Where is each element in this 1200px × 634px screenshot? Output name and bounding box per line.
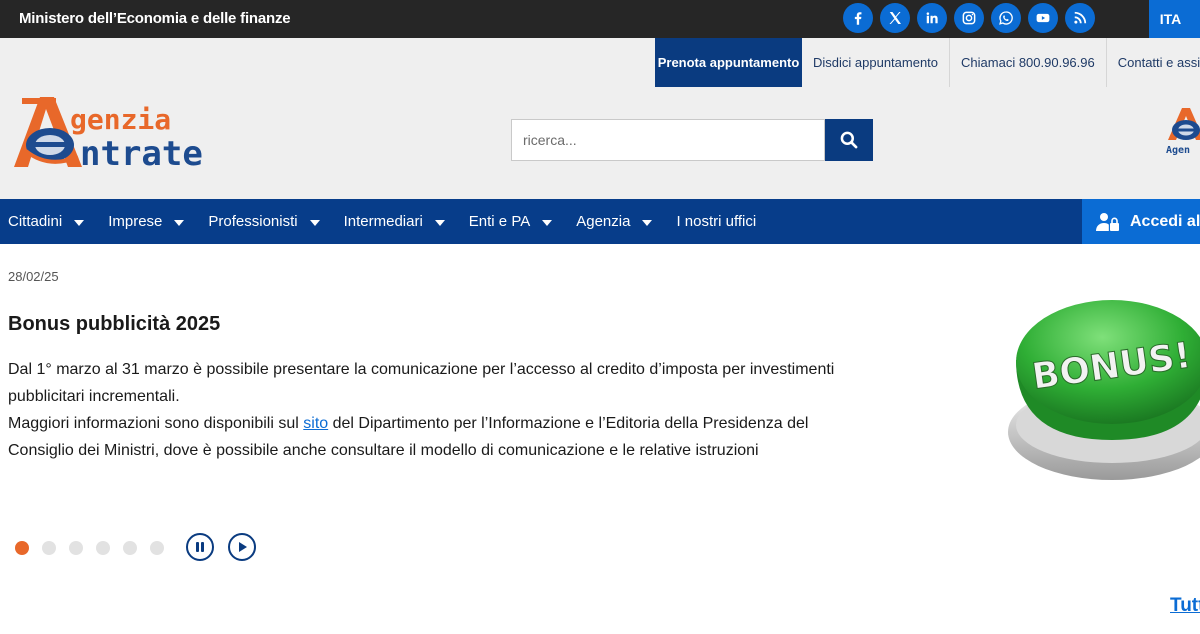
facebook-icon[interactable]: [843, 3, 873, 33]
slide-paragraph-2: Maggiori informazioni sono disponibili s…: [8, 410, 868, 464]
play-button[interactable]: [228, 533, 256, 561]
slide-paragraph-1: Dal 1° marzo al 31 marzo è possibile pre…: [8, 361, 835, 405]
paragraph-text: Maggiori informazioni sono disponibili s…: [8, 415, 304, 432]
youtube-icon[interactable]: [1028, 3, 1058, 33]
ministry-link[interactable]: Ministero dell’Economia e delle finanze: [19, 10, 291, 27]
linkedin-icon[interactable]: [917, 3, 947, 33]
nav-label: Enti e PA: [468, 213, 531, 230]
contacts-link[interactable]: Contatti e assistenza: [1107, 38, 1200, 87]
caret-down-icon: [542, 219, 553, 226]
login-label: Accedi all': [1130, 212, 1200, 230]
nav-label: I nostri uffici: [676, 213, 757, 230]
nav-intermediari[interactable]: Intermediari: [344, 199, 445, 244]
search-button[interactable]: [825, 119, 873, 161]
call-us-link[interactable]: Chiamaci 800.90.96.96: [950, 38, 1107, 87]
nav-agenzia[interactable]: Agenzia: [576, 199, 653, 244]
slide-title[interactable]: Bonus pubblicità 2025: [8, 313, 220, 336]
search-input[interactable]: [511, 119, 825, 161]
agenzia-entrate-logo[interactable]: genzia ntrate: [8, 93, 248, 173]
nav-label: Cittadini: [8, 213, 63, 230]
slide-body: Dal 1° marzo al 31 marzo è possibile pre…: [8, 356, 868, 464]
slide-date: 28/02/25: [8, 269, 59, 284]
logo-line2: ntrate: [80, 134, 203, 173]
carousel-dot-6[interactable]: [150, 541, 164, 555]
nav-label: Professionisti: [208, 213, 298, 230]
nav-label: Agenzia: [576, 213, 631, 230]
search-icon: [840, 131, 858, 149]
utility-links: Prenota appuntamento Disdici appuntament…: [655, 38, 1200, 87]
nav-nostri-uffici[interactable]: I nostri uffici: [676, 199, 756, 244]
carousel-dot-2[interactable]: [42, 541, 56, 555]
book-appointment-link[interactable]: Prenota appuntamento: [655, 38, 802, 87]
nav-label: Imprese: [108, 213, 163, 230]
carousel-dot-5[interactable]: [123, 541, 137, 555]
sito-link[interactable]: sito: [303, 415, 328, 432]
carousel-dots: [15, 541, 164, 555]
agenzia-mini-logo[interactable]: Agen: [1164, 104, 1200, 156]
pause-icon: [196, 542, 204, 552]
top-bar: Ministero dell’Economia e delle finanze …: [0, 0, 1200, 38]
nav-professionisti[interactable]: Professionisti: [208, 199, 320, 244]
instagram-icon[interactable]: [954, 3, 984, 33]
whatsapp-icon[interactable]: [991, 3, 1021, 33]
carousel-dot-4[interactable]: [96, 541, 110, 555]
caret-down-icon: [309, 219, 320, 226]
social-links: [843, 3, 1095, 33]
mini-logo-text: Agen: [1166, 145, 1190, 156]
bonus-button-image: BONUS!: [1008, 300, 1200, 480]
caret-down-icon: [642, 219, 653, 226]
cancel-appointment-link[interactable]: Disdici appuntamento: [802, 38, 951, 87]
user-lock-icon: [1096, 212, 1119, 231]
nav-label: Intermediari: [343, 213, 423, 230]
language-selector[interactable]: ITA: [1149, 0, 1200, 38]
carousel-dot-3[interactable]: [69, 541, 83, 555]
carousel-dot-1[interactable]: [15, 541, 29, 555]
x-icon[interactable]: [880, 3, 910, 33]
nav-enti-pa[interactable]: Enti e PA: [468, 199, 553, 244]
caret-down-icon: [74, 219, 85, 226]
site-header: Prenota appuntamento Disdici appuntament…: [0, 38, 1200, 199]
caret-down-icon: [174, 219, 185, 226]
nav-imprese[interactable]: Imprese: [108, 199, 185, 244]
search-bar: [511, 119, 873, 161]
play-icon: [239, 542, 247, 552]
see-all-link[interactable]: Tutt: [1170, 595, 1200, 617]
pause-button[interactable]: [186, 533, 214, 561]
login-button[interactable]: Accedi all': [1082, 199, 1200, 244]
main-nav: Cittadini Imprese Professionisti Interme…: [0, 199, 1200, 244]
nav-cittadini[interactable]: Cittadini: [8, 199, 85, 244]
rss-icon[interactable]: [1065, 3, 1095, 33]
logo-line1: genzia: [70, 103, 171, 136]
caret-down-icon: [434, 219, 445, 226]
